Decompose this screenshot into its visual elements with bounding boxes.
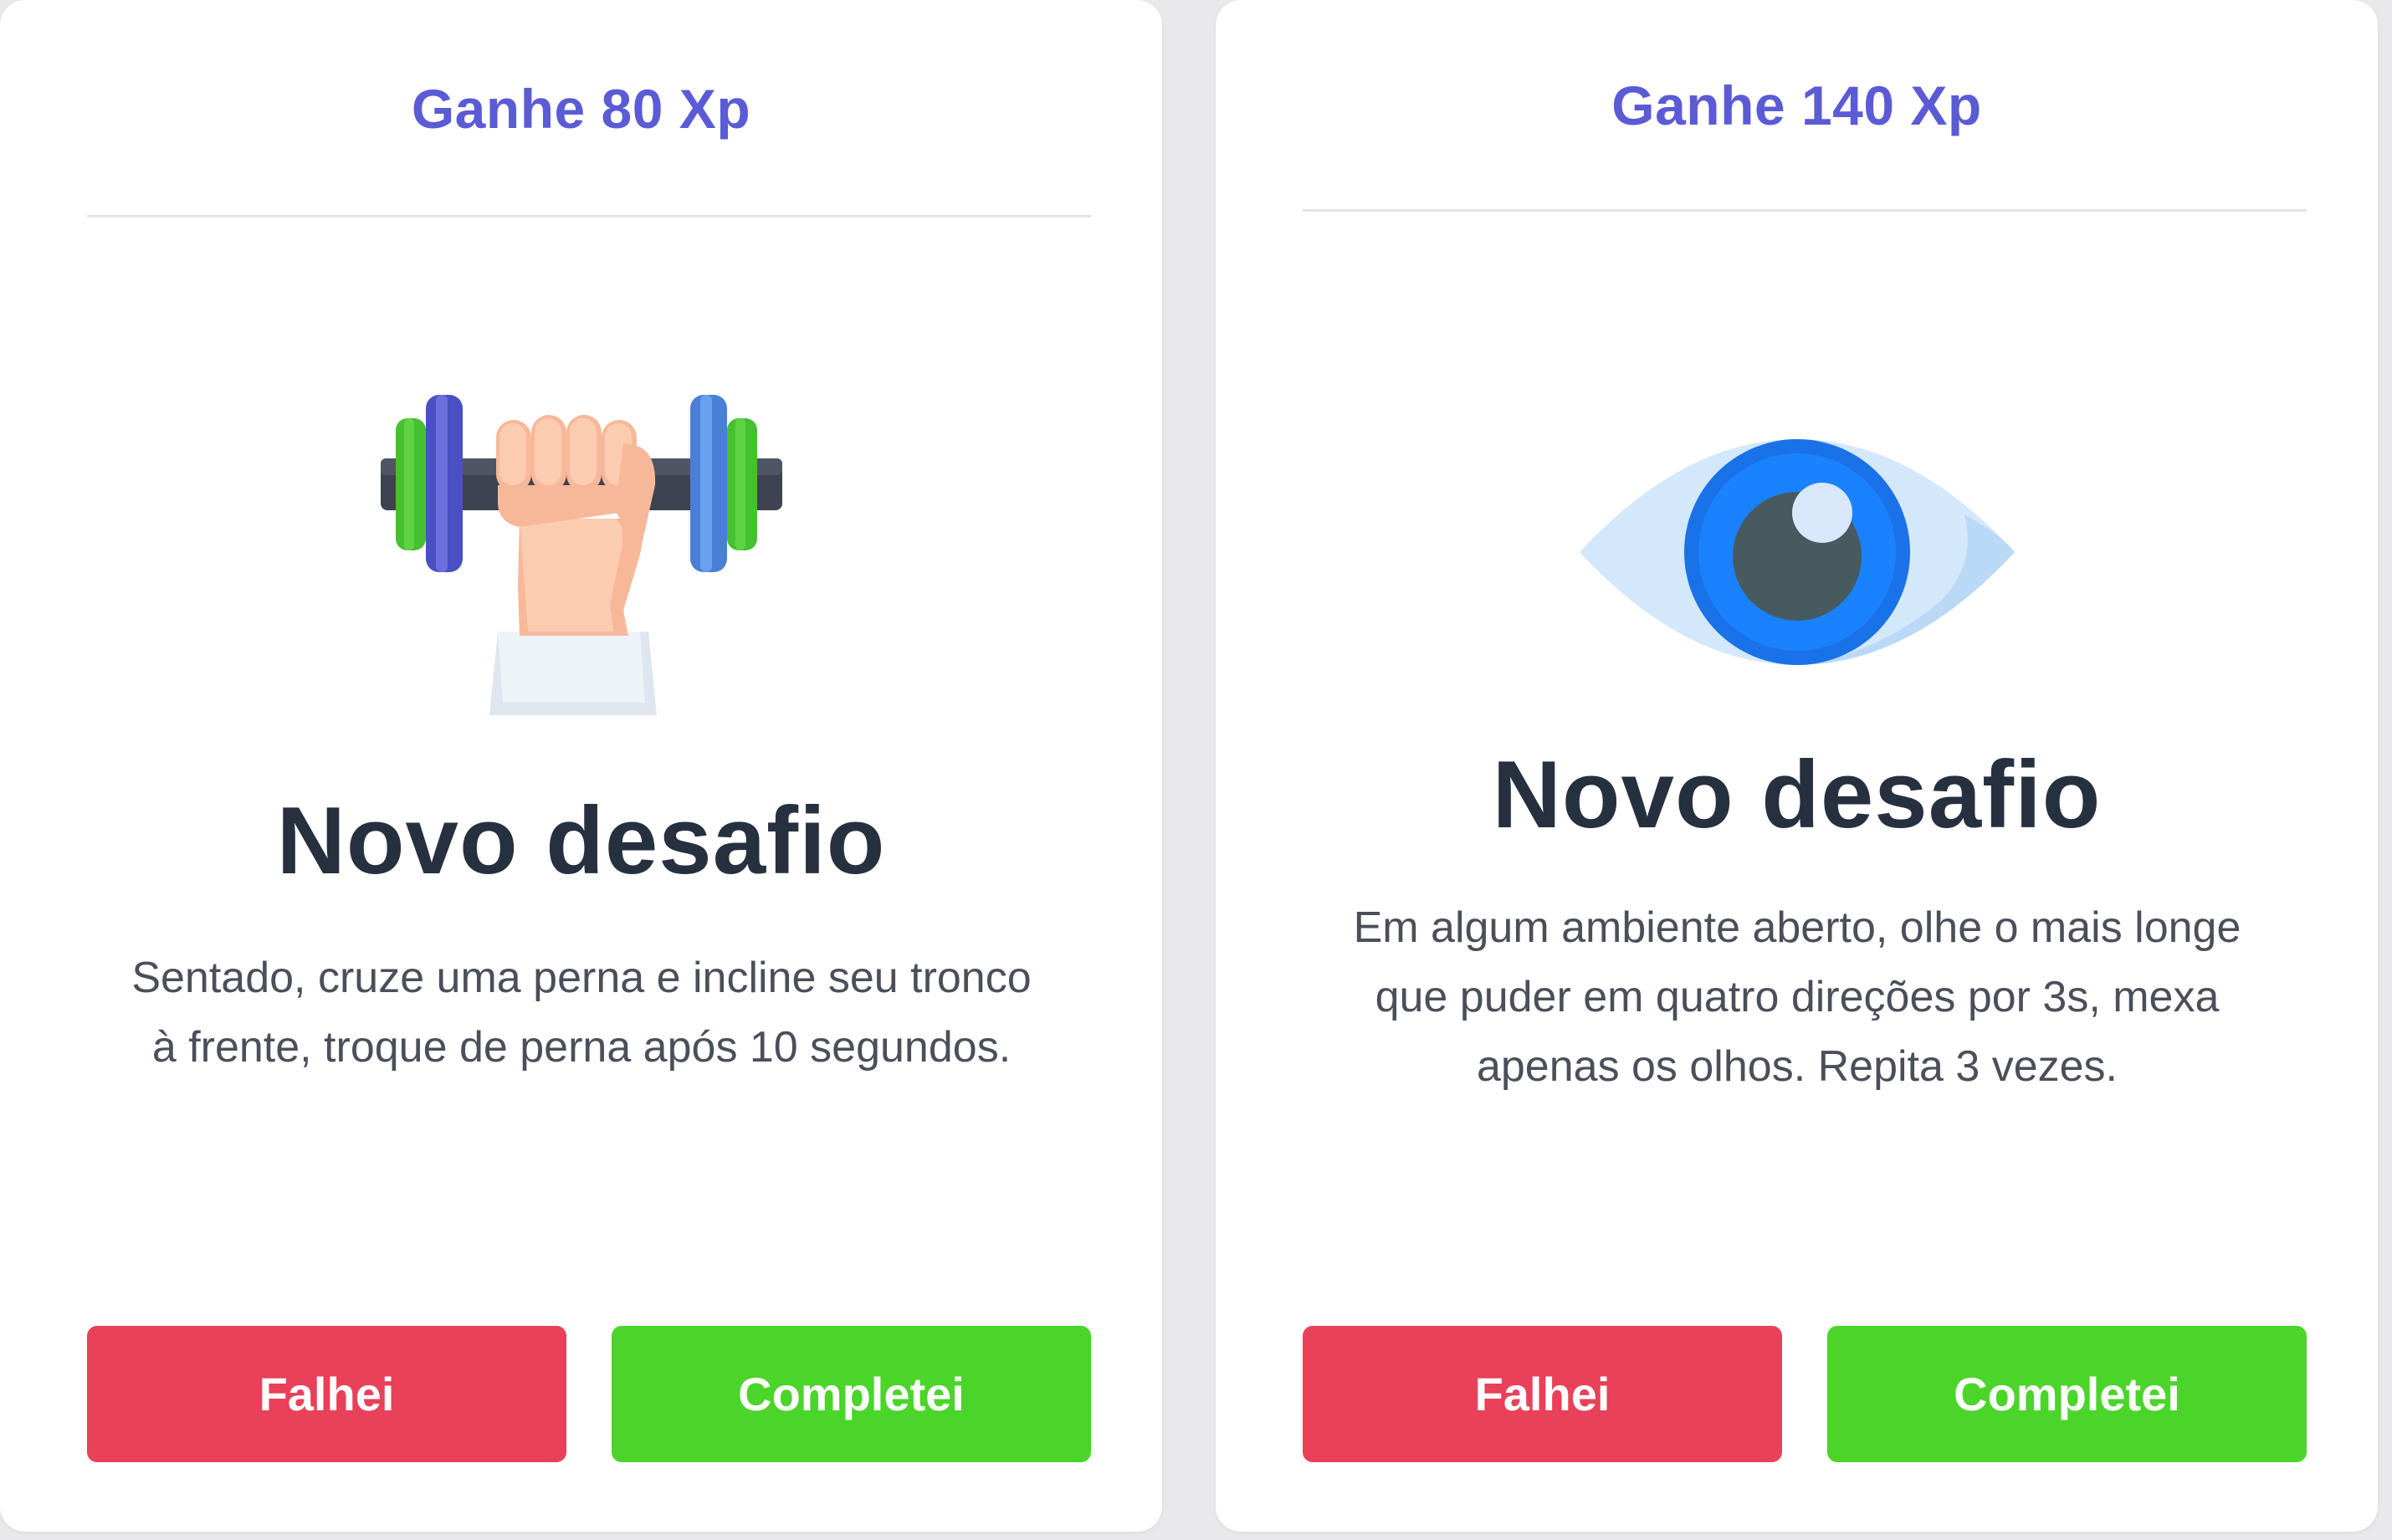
divider [87, 215, 1091, 217]
fail-button[interactable]: Falhei [1303, 1326, 1782, 1462]
challenge-card: Ganhe 80 Xp Novo desafio Sentado, cruze … [0, 0, 1162, 1532]
xp-reward-label: Ganhe 140 Xp [1611, 74, 1982, 136]
complete-button[interactable]: Completei [612, 1326, 1091, 1462]
challenge-illustration [0, 385, 1162, 719]
divider [1303, 209, 2307, 212]
challenge-title: Novo desafio [276, 788, 886, 894]
dumbbell-icon [380, 395, 782, 715]
xp-reward-label: Ganhe 80 Xp [411, 78, 751, 140]
eye-icon [1579, 439, 2015, 665]
challenge-card: Ganhe 140 Xp Novo desafio Em algum ambie… [1216, 0, 2378, 1532]
challenge-description: Em algum ambiente aberto, olhe o mais lo… [1353, 903, 2241, 1091]
challenge-title: Novo desafio [1492, 742, 2102, 848]
challenge-description: Sentado, cruze uma perna e incline seu t… [131, 954, 1032, 1072]
challenge-illustration [1216, 431, 2378, 673]
fail-button[interactable]: Falhei [87, 1326, 566, 1462]
complete-button[interactable]: Completei [1827, 1326, 2307, 1462]
